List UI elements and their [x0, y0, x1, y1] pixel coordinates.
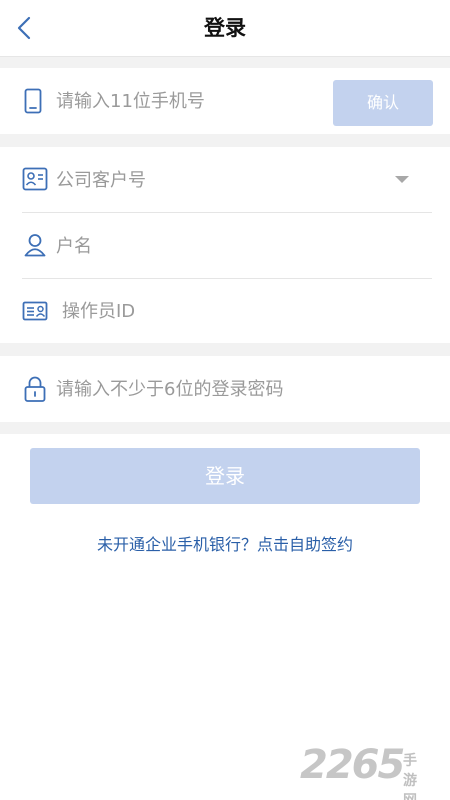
- phone-input[interactable]: [56, 86, 316, 116]
- password-panel: [0, 356, 450, 422]
- top-bar: 登录: [0, 0, 450, 57]
- watermark-number: 2265: [300, 742, 405, 788]
- company-row[interactable]: [0, 147, 450, 212]
- login-button[interactable]: 登录: [30, 448, 420, 504]
- section-separator: [0, 57, 450, 68]
- confirm-button[interactable]: 确认: [333, 80, 433, 126]
- page-title: 登录: [204, 16, 246, 40]
- username-input[interactable]: [56, 231, 376, 261]
- watermark-text: 手游网: [403, 753, 417, 800]
- user-icon: [24, 234, 46, 257]
- self-signup-link[interactable]: 未开通企业手机银行？点击自助签约: [0, 531, 450, 555]
- section-separator: [0, 134, 450, 147]
- section-separator: [0, 343, 450, 356]
- password-input[interactable]: [56, 374, 396, 404]
- operator-id-input[interactable]: [62, 296, 382, 326]
- section-separator: [0, 422, 450, 434]
- lock-icon: [24, 376, 46, 402]
- password-row: [0, 356, 450, 422]
- username-row: [0, 213, 450, 278]
- company-id-input[interactable]: [56, 165, 376, 195]
- account-panel: [0, 147, 450, 343]
- caret-down-icon[interactable]: [395, 176, 409, 183]
- operator-row: [0, 279, 450, 343]
- id-card-icon: [22, 167, 48, 191]
- phone-icon: [24, 88, 42, 114]
- badge-icon: [22, 301, 48, 321]
